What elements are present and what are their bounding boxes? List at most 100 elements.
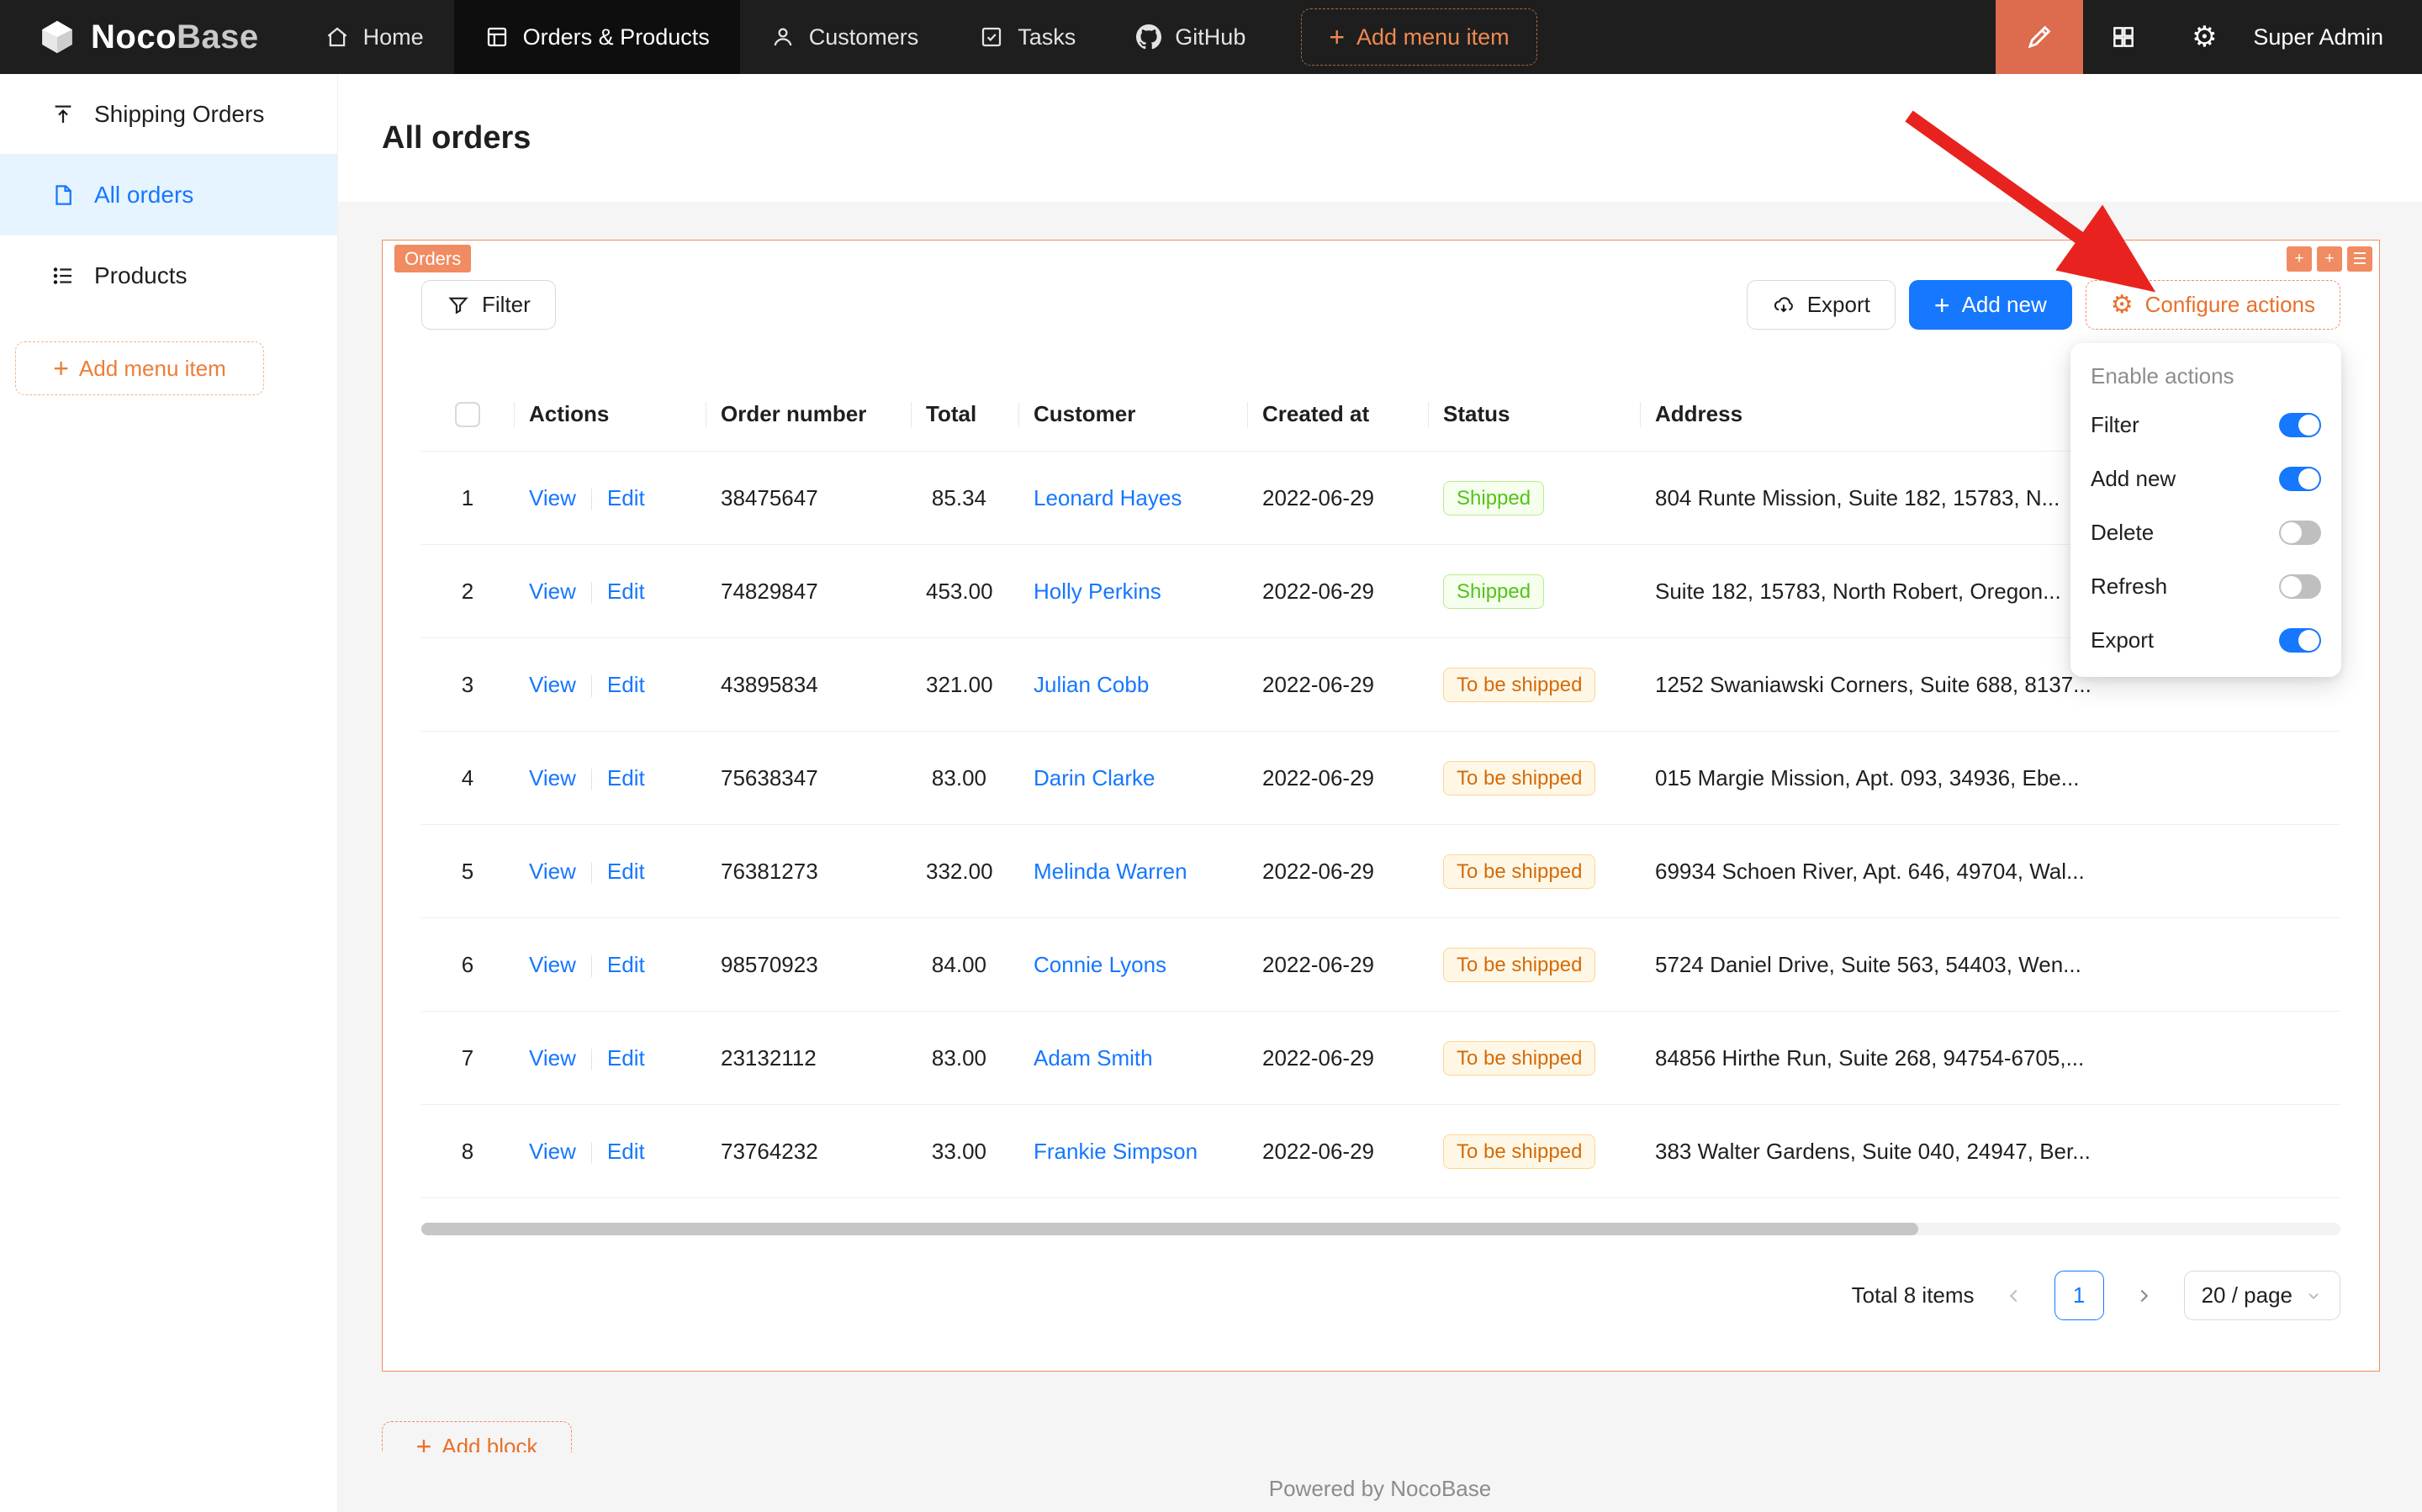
- github-icon: [1136, 24, 1161, 50]
- enable-action-label: Refresh: [2091, 574, 2167, 600]
- enable-action-item[interactable]: Export: [2070, 613, 2341, 667]
- cell-created-at: 2022-06-29: [1247, 1139, 1428, 1165]
- edit-link[interactable]: Edit: [607, 485, 645, 510]
- status-badge: Shipped: [1443, 481, 1544, 515]
- edit-link[interactable]: Edit: [607, 765, 645, 790]
- nav-item-tasks[interactable]: Tasks: [949, 0, 1106, 74]
- block-designer-toolbar: + + ☰: [2287, 246, 2372, 272]
- view-link[interactable]: View: [529, 672, 576, 697]
- add-block-icon[interactable]: +: [2317, 246, 2342, 272]
- edit-link[interactable]: Edit: [607, 859, 645, 884]
- cell-customer: Leonard Hayes: [1018, 485, 1247, 511]
- brand-logo[interactable]: NocoBase: [0, 19, 294, 56]
- view-link[interactable]: View: [529, 1139, 576, 1164]
- enable-action-item[interactable]: Refresh: [2070, 559, 2341, 613]
- cell-address: 5724 Daniel Drive, Suite 563, 54403, Wen…: [1640, 952, 2340, 978]
- export-button[interactable]: Export: [1747, 280, 1896, 330]
- enable-action-item[interactable]: Add new: [2070, 452, 2341, 505]
- sidebar-item-all-orders[interactable]: All orders: [0, 155, 337, 235]
- cell-status: To be shipped: [1428, 854, 1640, 889]
- edit-link[interactable]: Edit: [607, 1045, 645, 1071]
- drag-handle-icon[interactable]: ☰: [2347, 246, 2372, 272]
- status-badge: To be shipped: [1443, 668, 1595, 702]
- customer-link[interactable]: Julian Cobb: [1034, 672, 1149, 697]
- cloud-download-icon: [1772, 293, 1795, 317]
- pagination-prev-button[interactable]: [1990, 1271, 2039, 1320]
- column-header-total: Total: [911, 401, 1018, 427]
- toggle-switch[interactable]: [2279, 413, 2321, 437]
- scrollbar-thumb[interactable]: [421, 1223, 1918, 1235]
- enable-action-item[interactable]: Delete: [2070, 505, 2341, 559]
- vertical-divider: [591, 489, 592, 510]
- cell-total: 332.00: [911, 859, 1018, 885]
- toggle-switch[interactable]: [2279, 574, 2321, 599]
- drag-add-column-icon[interactable]: +: [2287, 246, 2312, 272]
- arrow-up-icon: [50, 102, 76, 127]
- toolbar-right-group: Export + Add new ⚙ Configure actions: [1747, 280, 2340, 330]
- cell-total: 84.00: [911, 952, 1018, 978]
- table-row: 3 ViewEdit 43895834 321.00 Julian Cobb 2…: [421, 638, 2340, 732]
- settings-gear-button[interactable]: ⚙: [2164, 0, 2245, 74]
- nav-item-label: GitHub: [1175, 24, 1245, 50]
- chevron-down-icon: [2304, 1287, 2323, 1305]
- nav-item-home[interactable]: Home: [294, 0, 454, 74]
- cell-customer: Holly Perkins: [1018, 579, 1247, 605]
- cell-total: 33.00: [911, 1139, 1018, 1165]
- sidebar-item-shipping-orders[interactable]: Shipping Orders: [0, 74, 337, 155]
- toggle-switch[interactable]: [2279, 521, 2321, 545]
- sidebar-add-menu-item-button[interactable]: + Add menu item: [15, 341, 264, 395]
- add-new-button[interactable]: + Add new: [1909, 280, 2072, 330]
- cell-customer: Connie Lyons: [1018, 952, 1247, 978]
- sidebar-item-products[interactable]: Products: [0, 235, 337, 316]
- pagination-page-1[interactable]: 1: [2054, 1271, 2104, 1320]
- plus-icon: +: [1934, 292, 1950, 319]
- edit-link[interactable]: Edit: [607, 952, 645, 977]
- view-link[interactable]: View: [529, 765, 576, 790]
- plugins-grid-button[interactable]: [2083, 0, 2164, 74]
- filter-button[interactable]: Filter: [421, 280, 556, 330]
- view-link[interactable]: View: [529, 1045, 576, 1071]
- edit-link[interactable]: Edit: [607, 1139, 645, 1164]
- edit-link[interactable]: Edit: [607, 579, 645, 604]
- edit-link[interactable]: Edit: [607, 672, 645, 697]
- customer-link[interactable]: Frankie Simpson: [1034, 1139, 1198, 1164]
- view-link[interactable]: View: [529, 952, 576, 977]
- view-link[interactable]: View: [529, 485, 576, 510]
- customer-link[interactable]: Adam Smith: [1034, 1045, 1153, 1071]
- nav-item-orders-products[interactable]: Orders & Products: [454, 0, 740, 74]
- table-row: 1 ViewEdit 38475647 85.34 Leonard Hayes …: [421, 452, 2340, 545]
- cell-customer: Melinda Warren: [1018, 859, 1247, 885]
- column-header-customer: Customer: [1018, 401, 1247, 427]
- page-header: All orders: [338, 74, 2422, 202]
- cell-created-at: 2022-06-29: [1247, 765, 1428, 791]
- nav-add-menu-item-button[interactable]: + Add menu item: [1301, 8, 1536, 66]
- pagination-next-button[interactable]: [2119, 1271, 2169, 1320]
- cell-created-at: 2022-06-29: [1247, 1045, 1428, 1071]
- page-size-select[interactable]: 20 / page: [2184, 1271, 2340, 1320]
- enable-action-item[interactable]: Filter: [2070, 398, 2341, 452]
- ui-editor-toggle-button[interactable]: [1996, 0, 2083, 74]
- row-index: 8: [421, 1139, 514, 1165]
- toggle-switch[interactable]: [2279, 628, 2321, 653]
- view-link[interactable]: View: [529, 579, 576, 604]
- customer-link[interactable]: Connie Lyons: [1034, 952, 1166, 977]
- user-menu[interactable]: Super Admin: [2245, 24, 2422, 50]
- row-index: 2: [421, 579, 514, 605]
- customer-link[interactable]: Darin Clarke: [1034, 765, 1155, 790]
- orders-table-body: 1 ViewEdit 38475647 85.34 Leonard Hayes …: [421, 452, 2340, 1198]
- add-block-button[interactable]: + Add block: [382, 1421, 572, 1452]
- cell-total: 321.00: [911, 672, 1018, 698]
- customer-link[interactable]: Melinda Warren: [1034, 859, 1187, 884]
- orders-table: Actions Order number Total Customer Crea…: [421, 378, 2340, 1198]
- select-all-checkbox[interactable]: [455, 402, 480, 427]
- nav-item-customers[interactable]: Customers: [740, 0, 949, 74]
- cell-total: 83.00: [911, 765, 1018, 791]
- view-link[interactable]: View: [529, 859, 576, 884]
- customer-link[interactable]: Leonard Hayes: [1034, 485, 1182, 510]
- nav-item-github[interactable]: GitHub: [1106, 0, 1276, 74]
- configure-actions-button[interactable]: ⚙ Configure actions: [2086, 280, 2340, 330]
- vertical-divider: [591, 955, 592, 977]
- toggle-switch[interactable]: [2279, 467, 2321, 491]
- cell-created-at: 2022-06-29: [1247, 672, 1428, 698]
- customer-link[interactable]: Holly Perkins: [1034, 579, 1161, 604]
